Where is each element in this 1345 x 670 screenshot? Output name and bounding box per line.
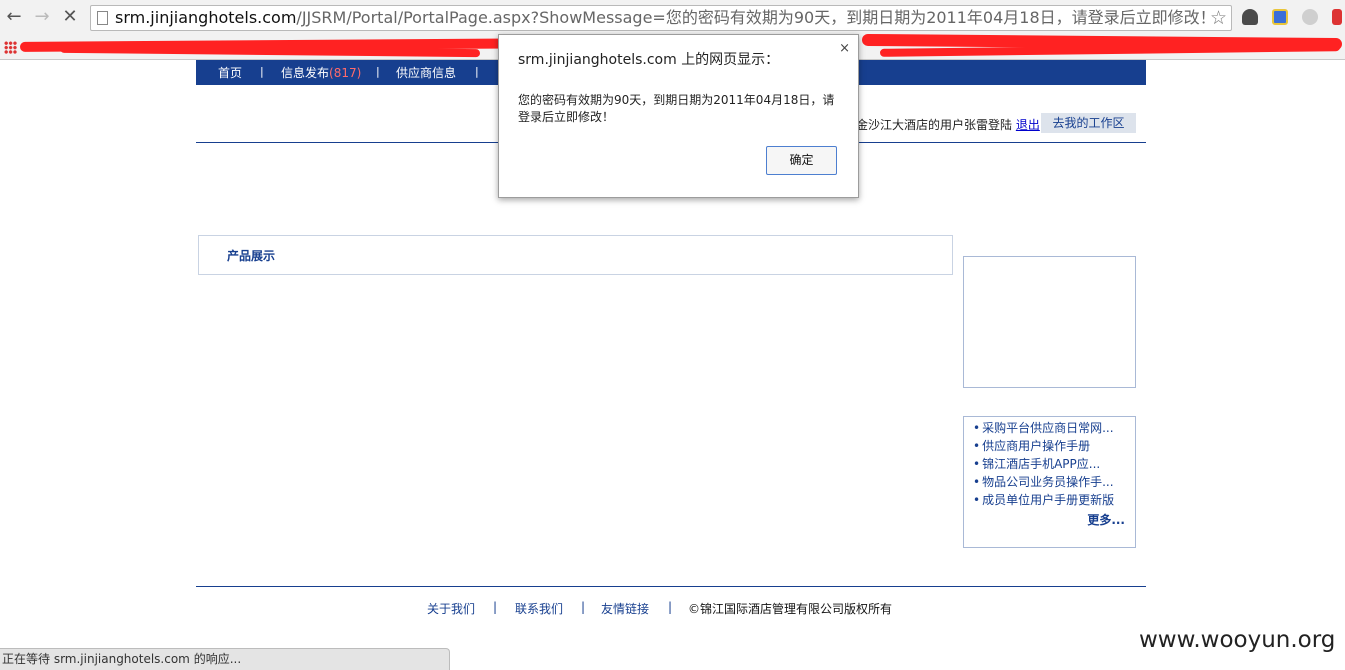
extension-hand-icon[interactable] [1242, 9, 1258, 25]
doc-item[interactable]: • 锦江酒店手机APP应... [973, 458, 1114, 476]
footer-separator: | [493, 600, 498, 614]
page-icon [97, 11, 108, 25]
dialog-title: srm.jinjianghotels.com 上的网页显示： [518, 52, 780, 68]
nav-separator: | [475, 65, 479, 78]
stop-loading-icon[interactable]: ✕ [59, 6, 81, 28]
address-url: srm.jinjianghotels.com/JJSRM/Portal/Port… [115, 8, 1216, 27]
nav-separator: | [260, 65, 264, 78]
close-icon[interactable]: × [839, 41, 850, 56]
doc-item[interactable]: • 成员单位用户手册更新版 [973, 494, 1114, 512]
footer-separator: | [581, 600, 586, 614]
product-showcase-panel: 产品展示 [198, 235, 953, 275]
doc-item[interactable]: • 采购平台供应商日常网... [973, 422, 1114, 440]
nav-item-home[interactable]: 首页 [218, 64, 242, 81]
browser-toolbar: ← → ✕ srm.jinjianghotels.com/JJSRM/Porta… [0, 0, 1345, 36]
footer-link-contact[interactable]: 联系我们 [515, 600, 563, 617]
bookmark-star-icon[interactable]: ☆ [1210, 7, 1227, 29]
ok-button[interactable]: 确定 [766, 146, 837, 175]
address-bar[interactable]: srm.jinjianghotels.com/JJSRM/Portal/Port… [90, 5, 1232, 31]
product-showcase-title: 产品展示 [227, 249, 276, 263]
footer: 关于我们 | 联系我们 | 友情链接 | ©锦江国际酒店管理有限公司版权所有 [196, 600, 1146, 616]
user-login-text: 金沙江大酒店的用户张雷登陆 [856, 118, 1013, 132]
go-workspace-button[interactable]: 去我的工作区 [1041, 113, 1136, 133]
sidebar-image-panel [963, 256, 1136, 388]
sidebar-docs-panel: • 采购平台供应商日常网... • 供应商用户操作手册 • 锦江酒店手机APP应...… [963, 416, 1136, 548]
footer-divider [196, 586, 1146, 587]
browser-menu-icon[interactable] [1332, 9, 1342, 25]
docs-more-link[interactable]: 更多... [1087, 511, 1125, 528]
footer-separator: | [668, 600, 673, 614]
footer-copyright: ©锦江国际酒店管理有限公司版权所有 [688, 602, 893, 616]
user-login-info: 金沙江大酒店的用户张雷登陆 退出 [856, 116, 1040, 133]
logout-link[interactable]: 退出 [1016, 118, 1040, 132]
alert-dialog: srm.jinjianghotels.com 上的网页显示： × 您的密码有效期… [498, 34, 859, 198]
doc-item[interactable]: • 物品公司业务员操作手... [973, 476, 1114, 494]
docs-list: • 采购平台供应商日常网... • 供应商用户操作手册 • 锦江酒店手机APP应...… [973, 422, 1114, 512]
status-bar: 正在等待 srm.jinjianghotels.com 的响应... [0, 648, 450, 670]
dialog-message: 您的密码有效期为90天，到期日期为2011年04月18日，请登录后立即修改！ [518, 93, 835, 124]
extension-globe-icon[interactable] [1272, 9, 1288, 25]
nav-item-news[interactable]: 信息发布(817) [281, 64, 361, 81]
doc-item[interactable]: • 供应商用户操作手册 [973, 440, 1114, 458]
footer-link-friends[interactable]: 友情链接 [601, 600, 649, 617]
footer-link-about[interactable]: 关于我们 [427, 600, 475, 617]
apps-icon[interactable] [4, 41, 17, 54]
nav-separator: | [376, 65, 380, 78]
extension-gray-globe-icon[interactable] [1302, 9, 1318, 25]
forward-arrow-icon[interactable]: → [31, 6, 53, 28]
back-arrow-icon[interactable]: ← [3, 6, 25, 28]
watermark: www.wooyun.org [1139, 627, 1336, 653]
nav-item-supplier-info[interactable]: 供应商信息 [396, 64, 456, 81]
news-count-badge: (817) [329, 66, 362, 80]
